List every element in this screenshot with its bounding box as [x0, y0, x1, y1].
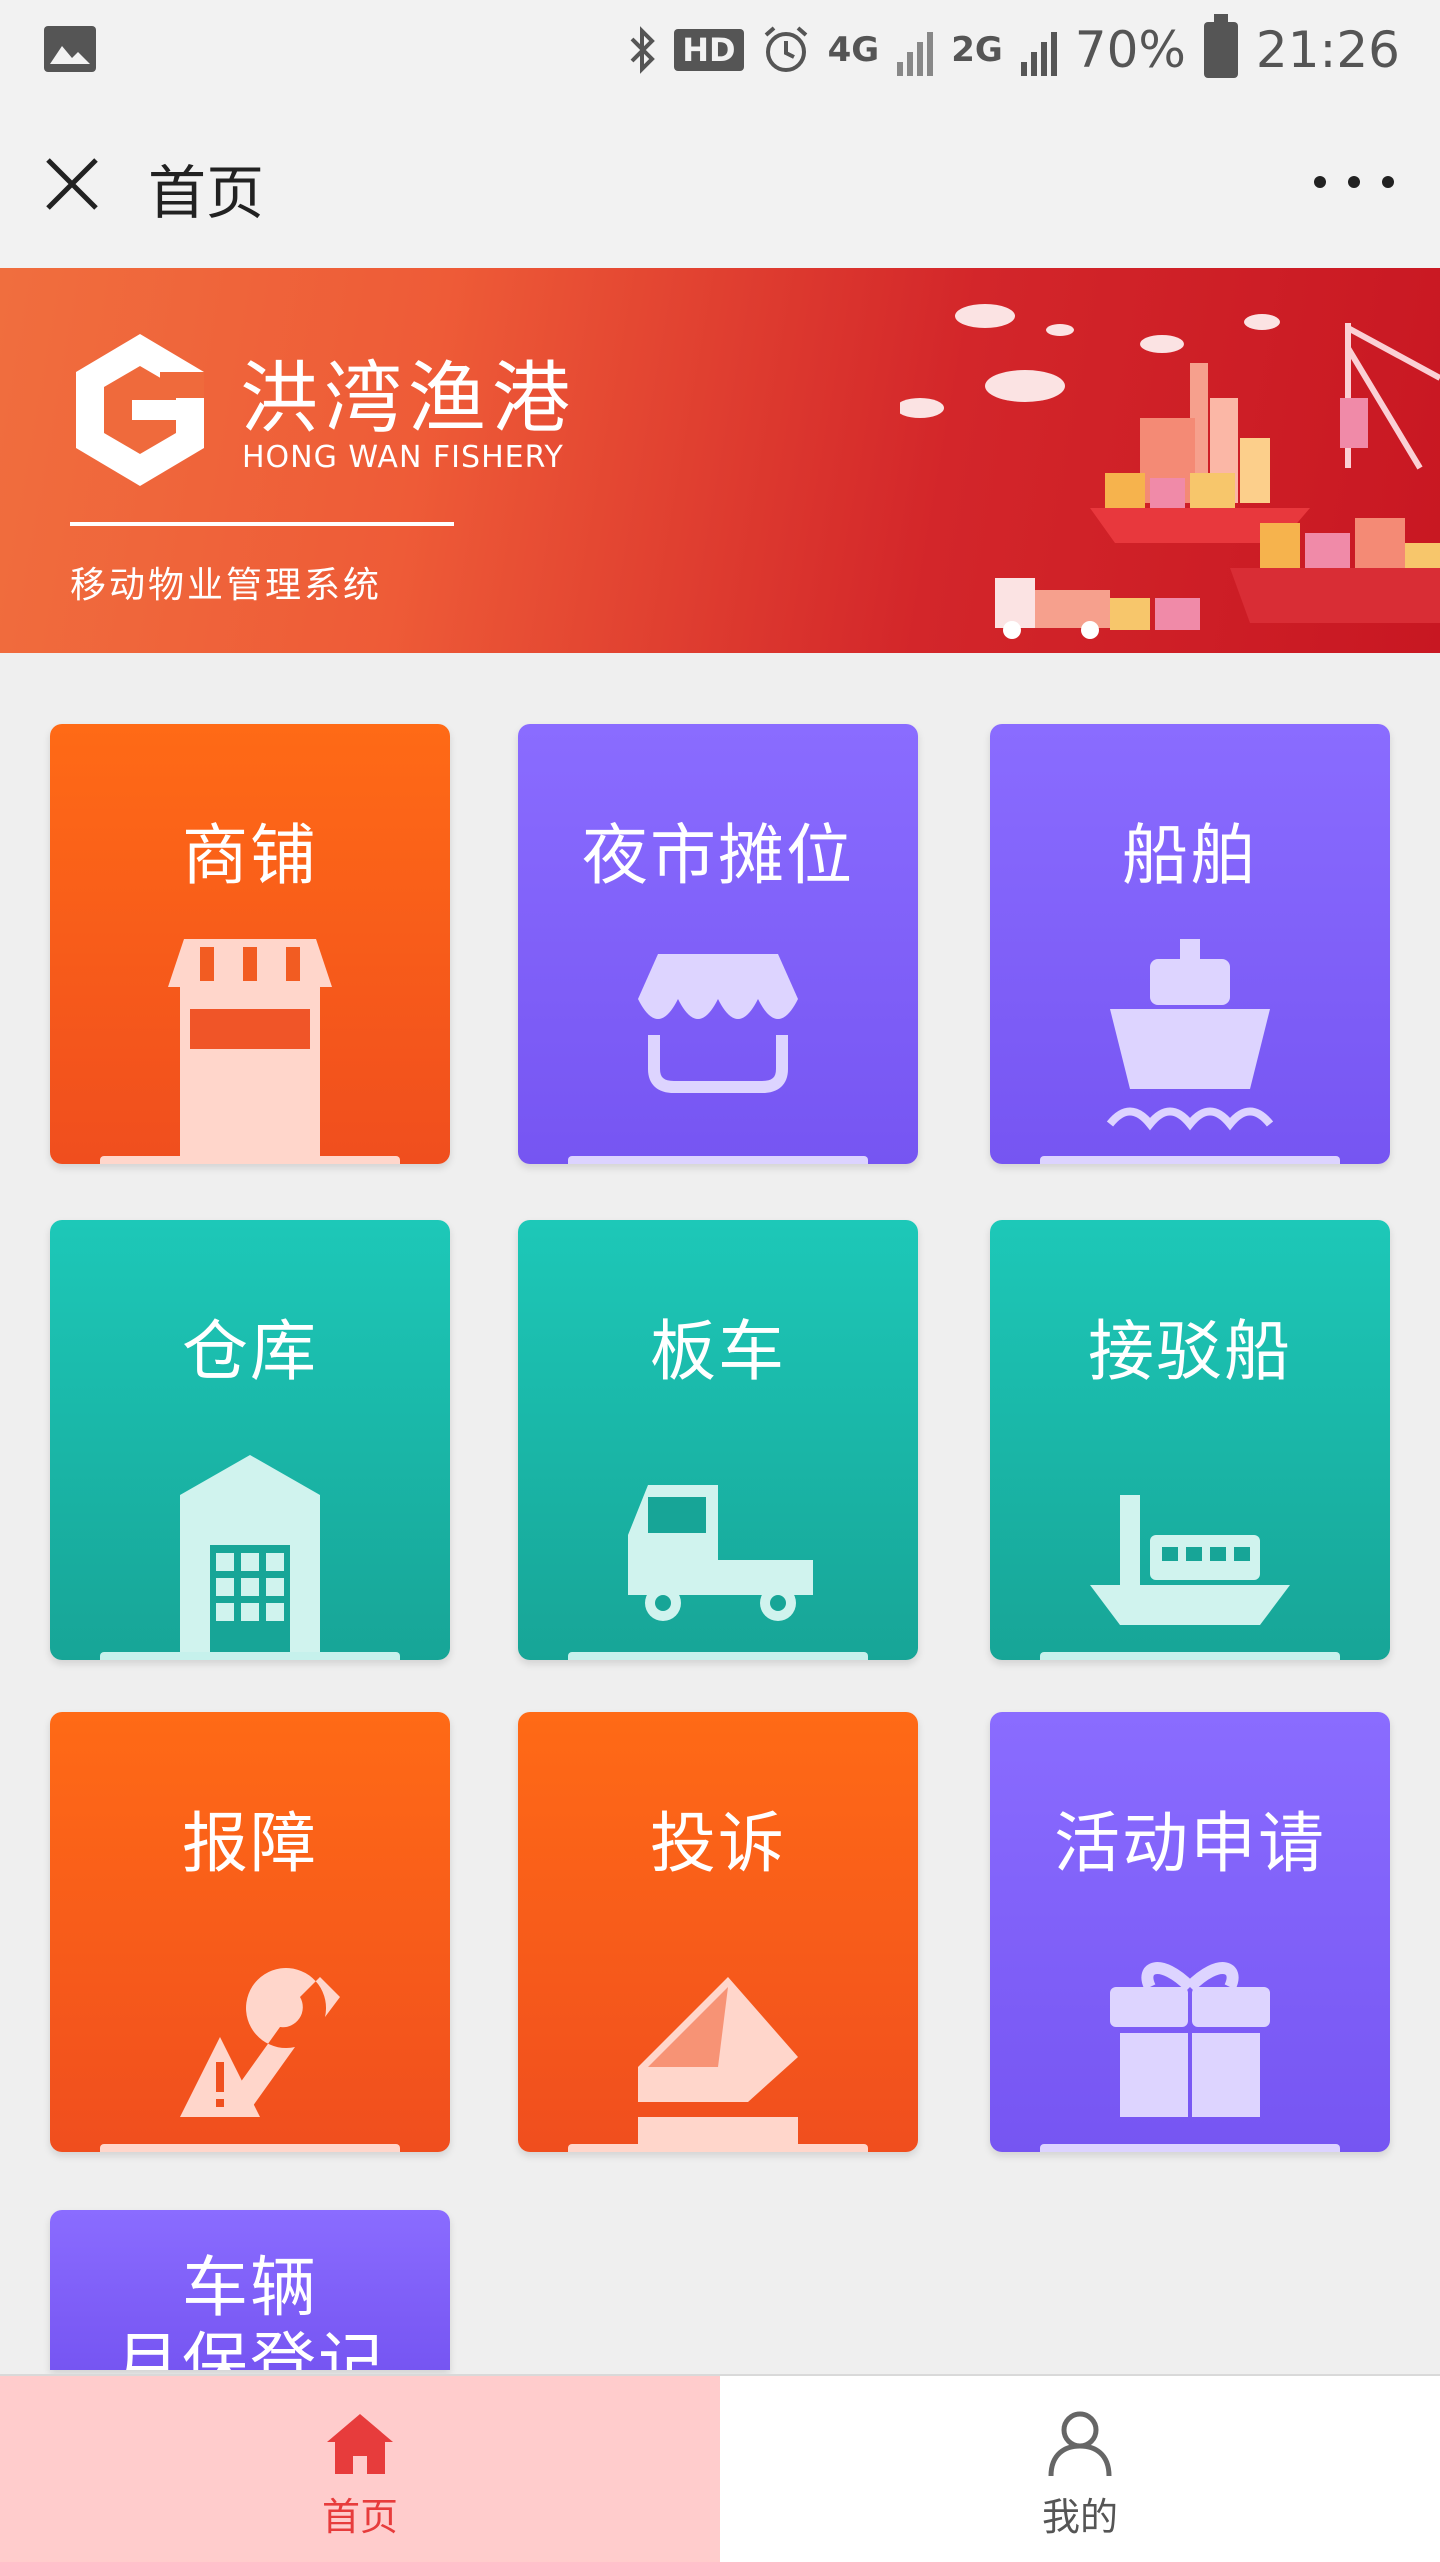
tile-label: 投诉 — [650, 1805, 786, 1882]
status-bar: HD 4G 2G 70% 21:26 — [0, 0, 1440, 100]
bluetooth-icon — [630, 26, 656, 74]
tile-label: 车辆 月保登记 — [50, 2249, 450, 2371]
brand-subtitle: 移动物业管理系统 — [70, 565, 383, 606]
more-options-button[interactable] — [1314, 170, 1394, 194]
tile-bar — [568, 1652, 868, 1660]
nav-home-label: 首页 — [321, 2495, 398, 2539]
tile-label: 仓库 — [182, 1313, 318, 1390]
tile-shop[interactable]: 商铺 — [50, 724, 450, 1164]
tile-bar — [100, 1156, 400, 1164]
tile-label: 活动申请 — [1054, 1805, 1326, 1882]
tile-flatbed-cart[interactable]: 板车 — [518, 1220, 918, 1660]
ship-icon — [1106, 939, 1274, 1131]
nav-home[interactable]: 首页 — [0, 2376, 720, 2562]
tile-activity-application[interactable]: 活动申请 — [990, 1712, 1390, 2152]
battery-percent: 70% — [1074, 21, 1186, 79]
ferry-icon — [1090, 1495, 1290, 1625]
tile-label: 商铺 — [182, 817, 318, 894]
banner: 洪湾渔港 HONG WAN FISHERY 移动物业管理系统 — [0, 268, 1440, 653]
tile-label: 板车 — [650, 1313, 786, 1390]
tile-label: 接驳船 — [1088, 1313, 1292, 1390]
alarm-icon — [764, 26, 807, 72]
nav-mine-label: 我的 — [1041, 2495, 1118, 2539]
tile-label: 船舶 — [1122, 817, 1258, 894]
signal-icon — [897, 24, 934, 76]
battery-icon — [1203, 14, 1238, 78]
tile-bar — [568, 1156, 868, 1164]
tile-ships[interactable]: 船舶 — [990, 724, 1390, 1164]
truck-icon — [628, 1485, 813, 1621]
divider — [70, 522, 454, 526]
shop-icon — [168, 939, 332, 1159]
tile-label: 夜市摊位 — [582, 817, 854, 894]
brand-logo — [76, 334, 204, 486]
warehouse-icon — [180, 1455, 320, 1655]
nav-mine[interactable]: 我的 — [720, 2376, 1440, 2562]
clock: 21:26 — [1255, 21, 1400, 79]
hd-icon: HD — [674, 29, 744, 71]
gift-icon — [1110, 1962, 1270, 2117]
tile-bar — [100, 2144, 400, 2152]
network-4g-label: 4G — [827, 30, 880, 70]
tile-bar — [568, 2144, 868, 2152]
tile-bar — [1040, 1156, 1340, 1164]
user-icon — [1048, 2411, 1112, 2477]
brand-english-name: HONG WAN FISHERY — [242, 440, 564, 475]
close-icon[interactable] — [40, 152, 104, 216]
tile-label-line1: 车辆 — [182, 2249, 318, 2326]
status-icons: HD 4G 2G 70% 21:26 — [628, 14, 1400, 82]
complaint-icon — [638, 1977, 798, 2147]
tile-vehicle-monthly-registration[interactable]: 车辆 月保登记 — [50, 2210, 450, 2370]
tile-ferry[interactable]: 接驳船 — [990, 1220, 1390, 1660]
tile-complaint[interactable]: 投诉 — [518, 1712, 918, 2152]
stall-icon — [638, 954, 798, 1093]
brand-name: 洪湾渔港 — [240, 354, 577, 444]
tile-fault-report[interactable]: 报障 — [50, 1712, 450, 2152]
signal-icon-2 — [1020, 24, 1057, 76]
tile-label: 报障 — [182, 1805, 318, 1882]
network-2g-label: 2G — [951, 30, 1003, 70]
title-bar: 首页 — [0, 100, 1440, 268]
image-icon — [44, 26, 96, 72]
bottom-nav: 首页 我的 — [0, 2374, 1440, 2562]
repair-icon — [180, 1968, 340, 2117]
page-title: 首页 — [148, 159, 265, 227]
tile-bar — [100, 1652, 400, 1660]
port-illustration — [900, 304, 1440, 639]
home-icon — [327, 2414, 393, 2474]
tile-bar — [1040, 2144, 1340, 2152]
tile-bar — [1040, 1652, 1340, 1660]
tile-label-line2: 月保登记 — [114, 2325, 386, 2371]
tile-warehouse[interactable]: 仓库 — [50, 1220, 450, 1660]
tile-night-market-stall[interactable]: 夜市摊位 — [518, 724, 918, 1164]
